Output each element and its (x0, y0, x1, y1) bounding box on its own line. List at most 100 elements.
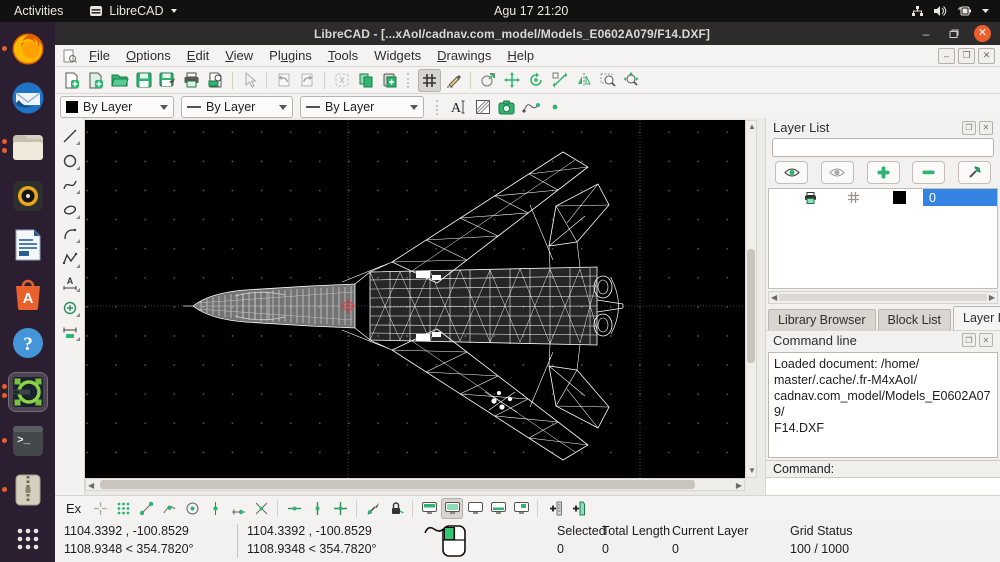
polyline-tools-button[interactable] (519, 96, 542, 119)
snap-distance-button[interactable] (227, 498, 249, 519)
view-grid-ortho-button[interactable] (418, 498, 440, 519)
app-menu-button[interactable]: LibreCAD (89, 4, 177, 18)
remove-layer-button[interactable] (912, 161, 945, 184)
drawing-canvas[interactable] (85, 120, 745, 478)
canvas-vertical-scrollbar[interactable]: ▲ ▼ (745, 120, 757, 478)
scroll-down-icon[interactable]: ▼ (748, 467, 756, 475)
scroll-right-icon[interactable]: ▶ (736, 482, 742, 490)
menu-edit[interactable]: Edit (179, 47, 217, 64)
select-pointer-button[interactable] (238, 69, 261, 92)
dock-scroll-thumb[interactable] (779, 294, 987, 301)
restrict-horizontal-button[interactable] (283, 498, 305, 519)
layer-panel-float-button[interactable]: ❐ (962, 121, 976, 135)
dock-item-archive-manager[interactable] (8, 470, 48, 510)
menu-view[interactable]: View (217, 47, 261, 64)
modify-layer-button[interactable] (958, 161, 991, 184)
snap-free-button[interactable] (89, 498, 111, 519)
restrict-orthogonal-button[interactable] (329, 498, 351, 519)
snap-endpoint-button[interactable] (135, 498, 157, 519)
scroll-left-icon[interactable]: ◀ (771, 293, 777, 302)
menu-plugins[interactable]: Plugins (261, 47, 320, 64)
command-input[interactable] (766, 478, 1000, 495)
command-history[interactable]: Loaded document: /home/ master/.cache/.f… (768, 352, 998, 459)
show-all-layers-button[interactable] (775, 161, 808, 184)
title-bar[interactable]: LibreCAD - [...xAoI/cadnav.com_model/Mod… (55, 22, 1000, 45)
color-combo[interactable]: By Layer (60, 96, 174, 118)
dock-item-help[interactable]: ? (8, 323, 48, 363)
insert-tool-button[interactable] (58, 297, 82, 319)
system-tray[interactable] (911, 0, 990, 22)
add-entity-button[interactable] (566, 498, 588, 519)
rotate-button[interactable] (524, 69, 547, 92)
layer-print-cell[interactable] (789, 189, 831, 206)
command-panel-close-button[interactable]: ✕ (979, 333, 993, 347)
minimize-button[interactable]: – (918, 26, 934, 42)
zoom-window-button[interactable] (596, 69, 619, 92)
clock[interactable]: Agu 17 21:20 (494, 0, 568, 22)
layer-panel-close-button[interactable]: ✕ (979, 121, 993, 135)
dock-item-firefox[interactable] (8, 29, 48, 69)
scroll-left-icon[interactable]: ◀ (88, 482, 94, 490)
dimension-tool-button[interactable]: A (58, 272, 82, 294)
grid-toggle-button[interactable] (418, 69, 441, 92)
redo-button[interactable] (296, 69, 319, 92)
mdi-close-button[interactable]: ✕ (978, 48, 995, 64)
undo-button[interactable] (272, 69, 295, 92)
add-to-selection-button[interactable] (543, 498, 565, 519)
view-front-button[interactable] (510, 498, 532, 519)
point-button[interactable] (543, 96, 566, 119)
horizontal-scroll-thumb[interactable] (100, 480, 695, 489)
layer-name-cell[interactable]: 0 (923, 189, 997, 206)
zoom-auto-button[interactable] (620, 69, 643, 92)
polyline-tool-button[interactable] (58, 248, 82, 270)
cut-button[interactable] (330, 69, 353, 92)
dock-item-ubuntu-software[interactable]: A (8, 274, 48, 314)
scroll-up-icon[interactable]: ▲ (748, 123, 756, 131)
add-layer-button[interactable] (867, 161, 900, 184)
ellipse-tool-button[interactable] (58, 199, 82, 221)
vertical-scroll-thumb[interactable] (747, 249, 755, 363)
show-applications-button[interactable] (8, 519, 48, 559)
restore-button[interactable] (946, 26, 962, 42)
document-icon[interactable] (62, 49, 77, 63)
open-button[interactable] (108, 69, 131, 92)
arc-tool-button[interactable] (58, 223, 82, 245)
mtext-button[interactable]: A (447, 96, 470, 119)
toolbar-handle[interactable] (407, 73, 412, 88)
dock-item-rhythmbox[interactable] (8, 176, 48, 216)
copy-button[interactable] (354, 69, 377, 92)
layer-row[interactable]: 0 (769, 189, 997, 206)
set-relative-zero-button[interactable] (362, 498, 384, 519)
dock-item-thunderbird[interactable] (8, 78, 48, 118)
save-button[interactable] (132, 69, 155, 92)
draft-mode-button[interactable] (442, 69, 465, 92)
restrict-vertical-button[interactable] (306, 498, 328, 519)
draw-order-button[interactable] (476, 69, 499, 92)
line-type-combo[interactable]: By Layer (300, 96, 424, 118)
dock-item-librecad[interactable] (8, 372, 48, 412)
dock-item-terminal[interactable]: >_ (8, 421, 48, 461)
save-as-button[interactable] (156, 69, 179, 92)
menu-tools[interactable]: Tools (320, 47, 366, 64)
snap-center-button[interactable] (181, 498, 203, 519)
layer-construction-cell[interactable] (831, 189, 875, 206)
new-document-button[interactable] (60, 69, 83, 92)
mirror-button[interactable] (572, 69, 595, 92)
dock-item-libreoffice-writer[interactable] (8, 225, 48, 265)
line-width-combo[interactable]: By Layer (181, 96, 293, 118)
spline-tool-button[interactable] (58, 174, 82, 196)
layer-color-cell[interactable] (875, 189, 923, 206)
command-panel-float-button[interactable]: ❐ (962, 333, 976, 347)
menu-file[interactable]: File (81, 47, 118, 64)
snap-intersection-button[interactable] (250, 498, 272, 519)
view-grid-iso-button[interactable] (441, 498, 463, 519)
tab-layer-list[interactable]: Layer List (953, 306, 1000, 330)
lock-relative-zero-button[interactable] (385, 498, 407, 519)
insert-image-button[interactable] (495, 96, 518, 119)
menu-help[interactable]: Help (499, 47, 542, 64)
layer-select-cell[interactable] (769, 189, 789, 206)
dock-item-files[interactable] (8, 127, 48, 167)
hide-all-layers-button[interactable] (821, 161, 854, 184)
toolbar-handle[interactable] (436, 100, 441, 115)
line-tool-button[interactable] (58, 125, 82, 147)
